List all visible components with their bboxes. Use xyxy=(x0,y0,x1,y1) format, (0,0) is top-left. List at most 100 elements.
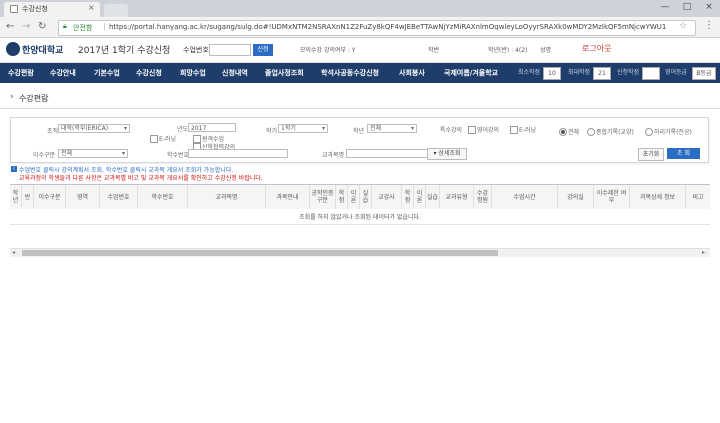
grade-select[interactable]: 전체 xyxy=(367,124,417,133)
url-input[interactable]: 🔒︎ 안전함 | https://portal.hanyang.ac.kr/su… xyxy=(58,20,696,36)
bookmark-star-icon[interactable]: ☆ xyxy=(679,21,687,31)
english-level-label: 영어등급 xyxy=(665,69,688,76)
col-instructor: 교강사 xyxy=(372,185,402,209)
scrollbar-thumb[interactable] xyxy=(22,250,498,256)
elearning-label: E-러닝 xyxy=(519,127,536,134)
course-code-label: 학수번호 xyxy=(167,152,190,159)
horizontal-scrollbar[interactable]: ◂ ▸ xyxy=(10,248,710,257)
course-name-input[interactable] xyxy=(346,149,431,158)
semester-label: 학기 xyxy=(266,128,278,135)
nav-item-graduation[interactable]: 졸업사정조회 xyxy=(265,63,304,83)
row2-elearning-checkbox[interactable] xyxy=(150,135,158,143)
results-table-header: 학년 반 이수구분 영역 수업번호 학수번호 교과목명 과목안내 공학인증 구분… xyxy=(10,184,710,210)
grade-class-label: 학년(반) : 4(2) xyxy=(488,47,528,54)
chevron-right-icon: › xyxy=(10,92,14,102)
course-no-label: 수업번호 xyxy=(183,46,209,54)
col-course-kind: 교과유형 xyxy=(440,185,474,209)
sort-major-radio[interactable] xyxy=(645,128,653,136)
page-title: 수강편람 xyxy=(19,94,49,103)
nav-item-basic[interactable]: 기본수업 xyxy=(94,63,120,83)
lock-icon: 🔒︎ xyxy=(63,22,67,30)
detail-search-button[interactable]: ▾ 상세조회 xyxy=(427,148,467,160)
row2-elearning-label: E-러닝 xyxy=(159,136,176,143)
page-title-bar: › 수강편람 xyxy=(0,88,720,109)
course-name-label: 교과목명 xyxy=(322,152,345,159)
practice-flag: 모의수강 강의여부 : Y xyxy=(300,47,356,54)
minimize-button[interactable]: — xyxy=(654,0,676,14)
applied-credit-value xyxy=(642,67,660,80)
nav-item-intl-school[interactable]: 국제여름/겨울학교 xyxy=(444,63,498,83)
empty-message: 조회를 하지 않았거나 조회된 데이터가 없습니다. xyxy=(299,214,421,221)
browser-menu-icon[interactable]: ⋮ xyxy=(704,20,714,31)
maximize-button[interactable]: □ xyxy=(676,0,698,14)
logo-text: 한양대학교 xyxy=(22,46,64,56)
nav-item-register[interactable]: 수강신청 xyxy=(136,63,162,83)
apply-button[interactable]: 신청 xyxy=(253,44,273,56)
special-course-label: 특수강의 xyxy=(440,127,463,134)
elearning-checkbox[interactable] xyxy=(510,126,518,134)
max-credit-label: 최대학점 xyxy=(568,69,591,76)
remote-class-checkbox[interactable] xyxy=(193,135,201,143)
col-details: 과목상세 정보 xyxy=(630,185,686,209)
scroll-right-icon[interactable]: ▸ xyxy=(702,249,705,256)
tab-close-icon[interactable]: × xyxy=(88,3,95,12)
min-credit-value: 10 xyxy=(543,67,561,80)
year-input[interactable]: 2017 xyxy=(188,123,236,132)
window-controls: — □ × xyxy=(654,0,720,14)
page-favicon-icon xyxy=(10,5,18,13)
reset-button[interactable]: 초기화 xyxy=(638,148,664,161)
new-tab-button[interactable] xyxy=(104,4,128,17)
browser-tab[interactable]: 수강신청 × xyxy=(4,2,100,17)
nav-item-course-catalog[interactable]: 수강편람 xyxy=(8,63,34,83)
nav-item-service[interactable]: 사회봉사 xyxy=(399,63,425,83)
logout-link[interactable]: 로그아웃 xyxy=(582,43,611,54)
scroll-left-icon[interactable]: ◂ xyxy=(12,249,15,256)
search-button[interactable]: 조 회 xyxy=(667,148,700,159)
course-code-input[interactable] xyxy=(188,149,288,158)
english-course-label: 영어강의 xyxy=(477,127,500,134)
grade-label: 학년 xyxy=(353,128,365,135)
forward-icon[interactable]: → xyxy=(22,21,30,32)
nav-item-guide[interactable]: 수강안내 xyxy=(50,63,76,83)
reload-icon[interactable]: ↻ xyxy=(38,21,46,32)
student-id-label: 학번 xyxy=(428,47,440,54)
address-bar-row: ← → ↻ 🔒︎ 안전함 | https://portal.hanyang.ac… xyxy=(0,17,720,38)
main-nav: 수강편람 수강안내 기본수업 수강신청 희망수업 신청내역 졸업사정조회 학석사… xyxy=(0,63,720,83)
nav-item-wishlist[interactable]: 희망수업 xyxy=(180,63,206,83)
close-window-button[interactable]: × xyxy=(698,0,720,14)
site-header: 한양대학교 2017년 1학기 수강신청 수업번호 신청 모의수강 강의여부 :… xyxy=(0,38,720,63)
info-icon: i xyxy=(11,166,17,172)
english-course-checkbox[interactable] xyxy=(468,126,476,134)
secure-label: 안전함 xyxy=(73,24,93,32)
table-row-divider xyxy=(10,224,710,225)
completion-type-label: 이수구분 xyxy=(33,152,56,159)
sort-all-radio[interactable] xyxy=(559,128,567,136)
col-room: 강의실 xyxy=(558,185,594,209)
semester-select[interactable]: 1학기 xyxy=(278,124,328,133)
course-no-input[interactable] xyxy=(209,44,251,56)
browser-tab-bar: 수강신청 × — □ × xyxy=(0,0,720,17)
col-theory: 이론 xyxy=(348,185,360,209)
campus-select[interactable]: 대학(학부(ERICA) xyxy=(58,124,130,133)
col-course-name: 교과목명 xyxy=(188,185,266,209)
col-credit-2: 학점 xyxy=(402,185,414,209)
back-icon[interactable]: ← xyxy=(6,21,14,32)
nav-item-history[interactable]: 신청내역 xyxy=(222,63,248,83)
col-class: 반 xyxy=(22,185,34,209)
sort-liberal-label: 종합기록(교양) xyxy=(596,129,634,136)
completion-type-select[interactable]: 전체 xyxy=(58,149,128,158)
col-practice-2: 실습 xyxy=(426,185,440,209)
results-table-body: 조회를 하지 않았거나 조회된 데이터가 없습니다. xyxy=(10,209,710,239)
name-label: 성명 xyxy=(540,47,552,54)
col-guide: 과목안내 xyxy=(266,185,310,209)
note-line-2: 교육과정이 학생들과 다른 사항은 교과목별 비고 및 교과목 개요서를 확인하… xyxy=(19,175,263,182)
max-credit-value: 21 xyxy=(593,67,611,80)
col-schedule: 수업시간 xyxy=(492,185,558,209)
col-theory-2: 이론 xyxy=(414,185,426,209)
sort-liberal-radio[interactable] xyxy=(587,128,595,136)
col-grade: 학년 xyxy=(10,185,22,209)
col-type: 이수구분 xyxy=(34,185,66,209)
nav-item-joint-degree[interactable]: 학석사공동수강신청 xyxy=(321,63,379,83)
min-credit-label: 최소학점 xyxy=(518,69,541,76)
col-practice: 실습 xyxy=(360,185,372,209)
